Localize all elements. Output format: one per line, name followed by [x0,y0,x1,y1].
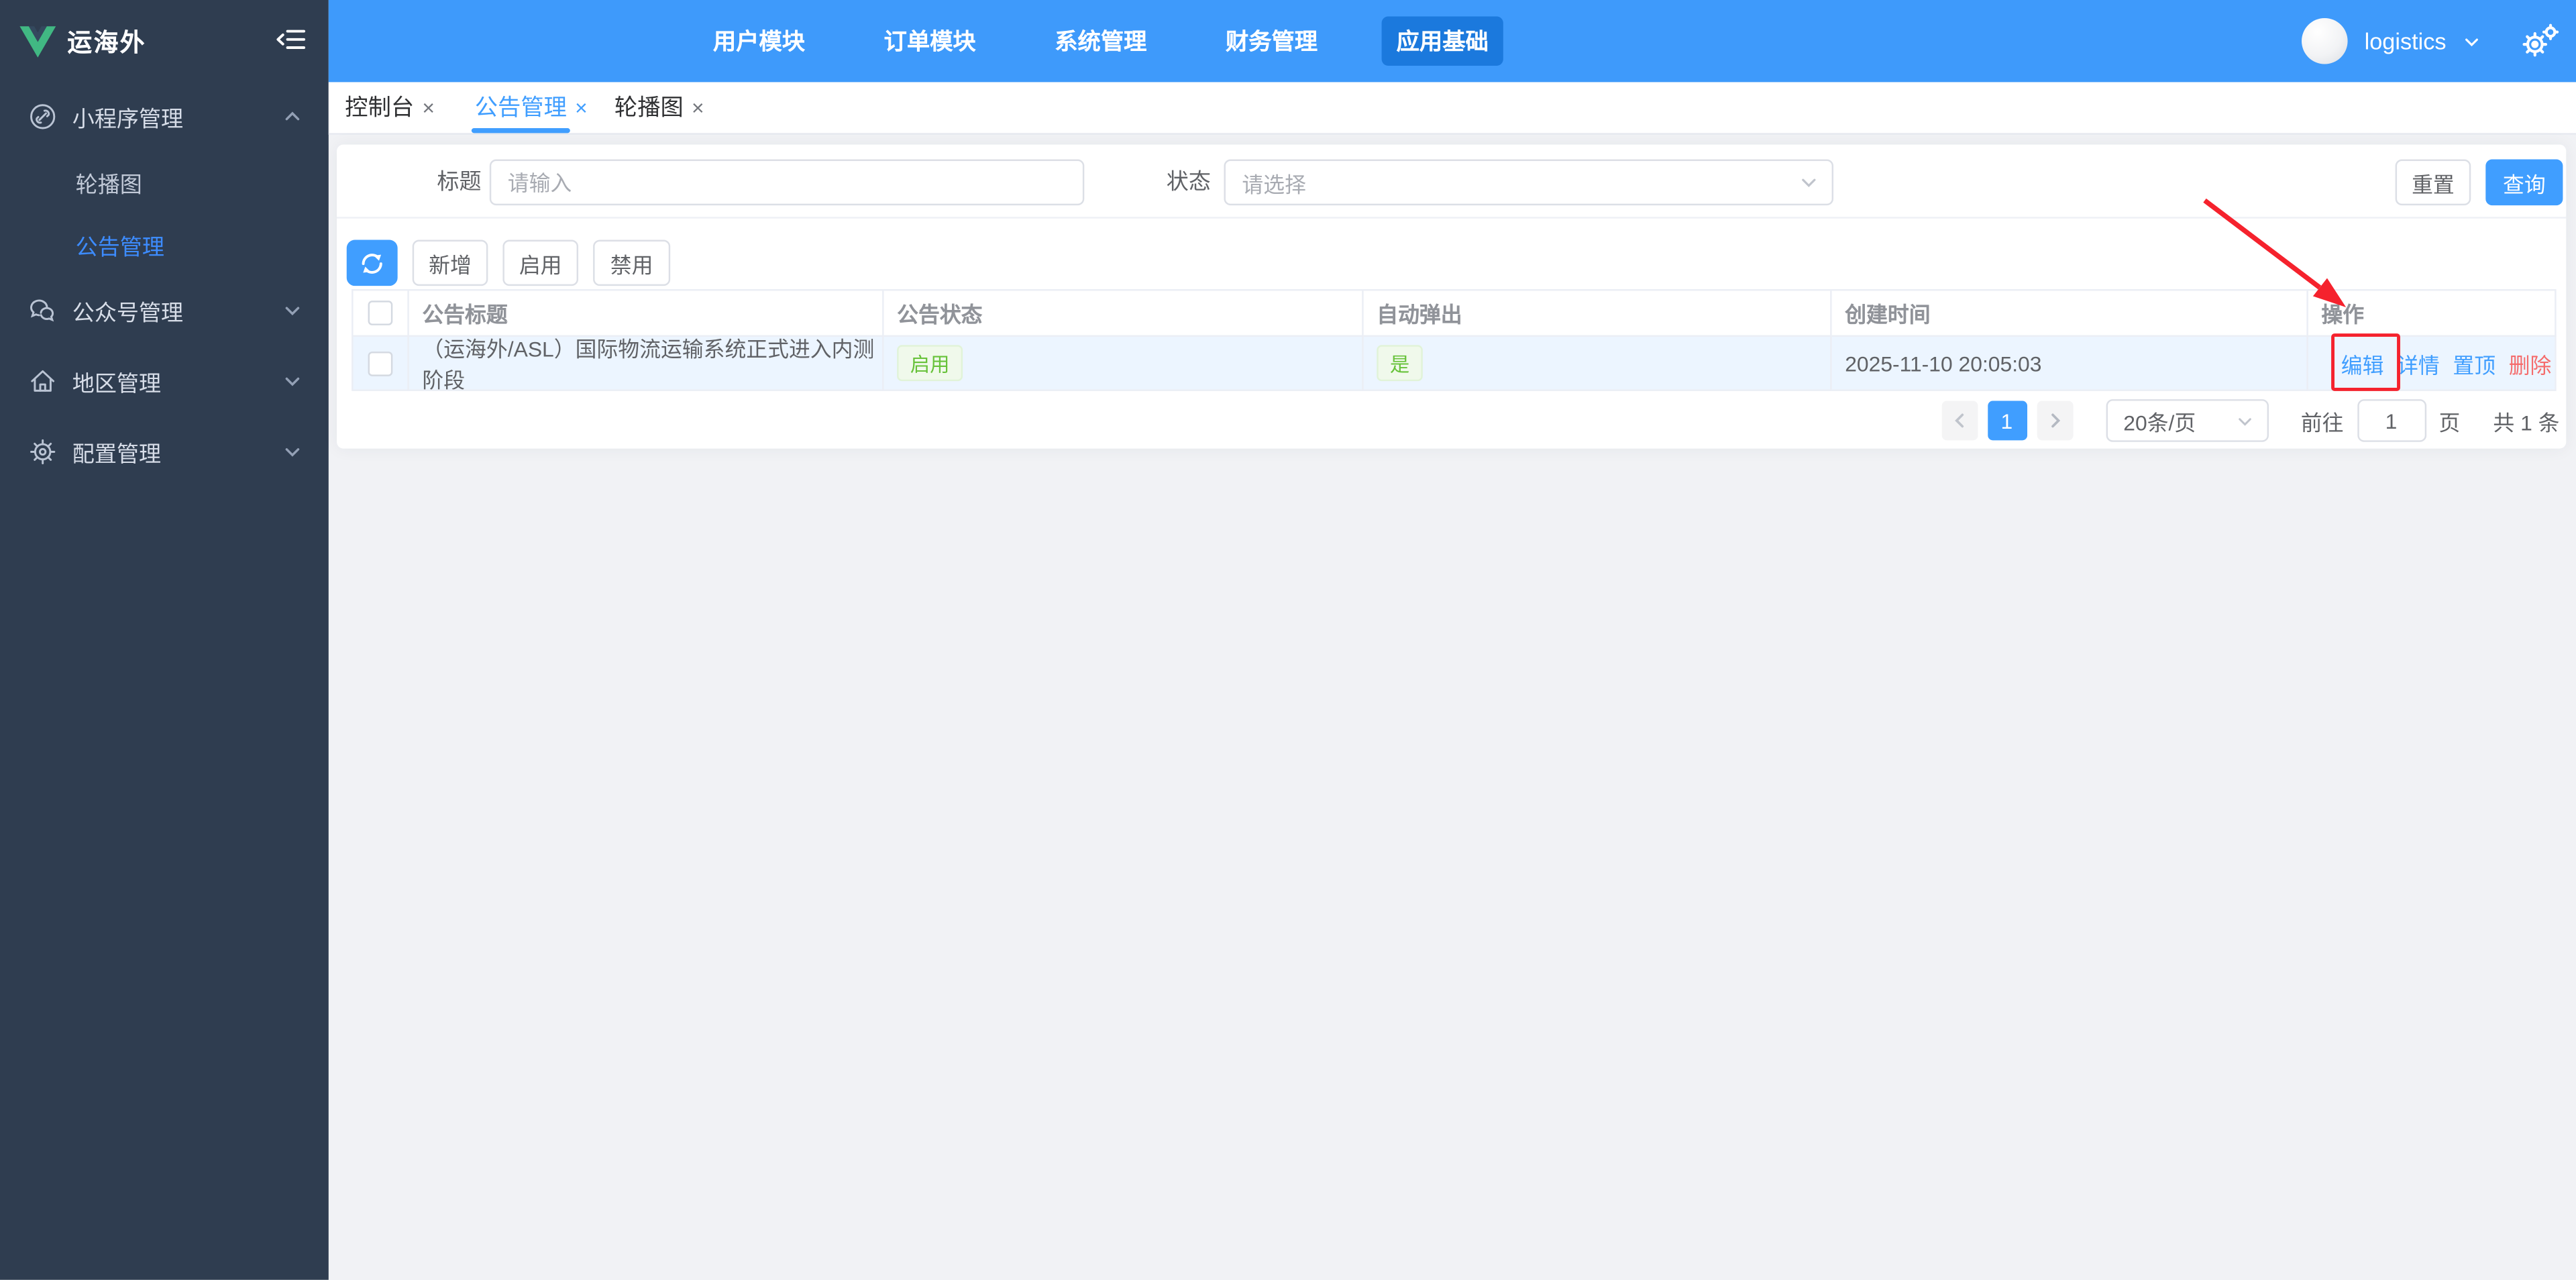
status-badge: 启用 [897,345,963,382]
total-count-label: 共 1 条 [2493,410,2560,435]
chevron-down-icon[interactable] [2463,32,2481,50]
home-icon [31,370,55,392]
row-actions-cell: 编辑 详情 置顶 删除 [2308,337,2557,391]
close-icon[interactable]: × [692,95,704,119]
close-icon[interactable]: × [422,95,435,119]
refresh-button[interactable] [346,239,398,286]
sidebar-group-label: 小程序管理 [72,107,184,131]
filter-title-label: 标题 [437,169,482,194]
announcement-table: 公告标题 公告状态 自动弹出 创建时间 操作 （运海外/ASL）国际物流运输系统… [352,289,2557,391]
goto-page-input[interactable] [2357,399,2426,442]
col-status: 公告状态 [883,290,1364,337]
filter-status-label: 状态 [1166,169,1211,194]
nav-item-system-module[interactable]: 系统管理 [1040,16,1161,65]
page-size-select[interactable]: 20条/页 [2105,399,2268,442]
select-all-checkbox[interactable] [368,301,393,325]
tab-announcement[interactable]: 公告管理 × [475,82,588,131]
sidebar-group-region[interactable]: 地区管理 [0,347,329,416]
section-divider [337,217,2567,219]
row-created-at: 2025-11-10 20:05:03 [1831,337,2308,391]
edit-link[interactable]: 编辑 [2341,348,2384,379]
user-zone: logistics [2302,0,2560,82]
tab-label: 公告管理 [474,93,567,120]
sidebar-group-label: 配置管理 [72,441,162,467]
row-status-cell: 启用 [883,337,1364,391]
status-select-placeholder: 请选择 [1242,171,1306,197]
disable-button[interactable]: 禁用 [593,239,671,286]
sidebar: 运海外 小程序管理 轮播图 公告管理 公众号管理 地区管理 配置管理 [0,0,329,1280]
active-tab-underline [471,128,570,133]
avatar[interactable] [2302,17,2349,64]
detail-link[interactable]: 详情 [2397,348,2440,379]
sidebar-header: 运海外 [0,0,329,82]
tab-carousel[interactable]: 轮播图 × [614,82,704,131]
sidebar-item-carousel[interactable]: 轮播图 [0,151,329,213]
col-auto-popup: 自动弹出 [1363,290,1832,337]
chevron-down-icon [2235,411,2253,429]
header-checkbox-cell [353,290,409,337]
tab-bar: 控制台 × 公告管理 × 轮播图 × [328,82,2576,135]
row-auto-popup-cell: 是 [1363,337,1832,391]
next-page-button[interactable] [2036,401,2073,441]
refresh-icon [362,252,382,273]
app-title: 运海外 [67,28,146,57]
chevron-up-icon [282,107,302,126]
nav-item-user-module[interactable]: 用户模块 [698,16,820,65]
nav-item-order-module[interactable]: 订单模块 [869,16,991,65]
title-search-input-field[interactable] [491,170,1083,195]
module-nav: 用户模块 订单模块 系统管理 财务管理 应用基础 [698,0,1503,82]
sidebar-item-label: 公告管理 [75,235,164,260]
col-created: 创建时间 [1831,290,2308,337]
chevron-down-icon [282,442,302,462]
sidebar-group-label: 地区管理 [72,371,162,396]
sidebar-group-wechat[interactable]: 公众号管理 [0,276,329,345]
link-icon [30,104,56,129]
page-number-1[interactable]: 1 [1987,401,2027,441]
title-search-input[interactable] [489,159,1085,206]
close-icon[interactable]: × [575,95,588,119]
tab-label: 控制台 [345,93,415,120]
top-nav-bar: 用户模块 订单模块 系统管理 财务管理 应用基础 logistics [328,0,2576,83]
nav-item-app-base-module[interactable]: 应用基础 [1381,16,1503,66]
table-header-row: 公告标题 公告状态 自动弹出 创建时间 操作 [353,290,2557,337]
search-button[interactable]: 查询 [2485,159,2563,206]
pagination: 1 20条/页 前往 页 共 1 条 [1941,399,2560,442]
goto-label: 前往 [2300,410,2344,435]
vue-logo-icon [19,25,56,57]
sidebar-item-label: 轮播图 [75,172,142,197]
username[interactable]: logistics [2365,28,2447,54]
enable-button[interactable]: 启用 [502,239,579,286]
wechat-icon [30,299,54,322]
reset-button[interactable]: 重置 [2395,159,2471,206]
add-button[interactable]: 新增 [412,239,488,286]
nav-item-finance-module[interactable]: 财务管理 [1211,16,1332,65]
sidebar-group-config[interactable]: 配置管理 [0,417,329,486]
collapse-sidebar-icon[interactable] [276,28,306,51]
goto-page-input-field[interactable] [2358,408,2424,433]
gear-icon [30,439,56,465]
col-actions: 操作 [2308,290,2557,337]
prev-page-button[interactable] [1941,401,1978,441]
page-size-value: 20条/页 [2123,410,2196,435]
delete-link[interactable]: 删除 [2509,348,2552,379]
sidebar-group-label: 公众号管理 [72,301,184,325]
page-unit-label: 页 [2438,410,2461,435]
settings-gears-icon[interactable] [2520,23,2560,59]
col-title: 公告标题 [409,290,884,337]
tab-label: 轮播图 [614,93,684,120]
row-checkbox[interactable] [368,350,393,376]
row-title: （运海外/ASL）国际物流运输系统正式进入内测阶段 [409,337,884,391]
status-select[interactable]: 请选择 [1224,159,1834,206]
tab-console[interactable]: 控制台 × [345,82,435,131]
table-row[interactable]: （运海外/ASL）国际物流运输系统正式进入内测阶段 启用 是 2025-11-1… [353,337,2557,391]
app-root: 运海外 小程序管理 轮播图 公告管理 公众号管理 地区管理 配置管理 用户模块 … [0,0,2576,1280]
row-checkbox-cell [353,337,409,391]
sidebar-group-miniprogram[interactable]: 小程序管理 [0,82,329,151]
chevron-down-icon [282,301,302,320]
pin-top-link[interactable]: 置顶 [2453,348,2496,379]
auto-popup-badge: 是 [1377,345,1423,382]
chevron-down-icon [282,371,302,390]
chevron-down-icon [1799,172,1819,192]
sidebar-item-announcement[interactable]: 公告管理 [0,213,329,276]
